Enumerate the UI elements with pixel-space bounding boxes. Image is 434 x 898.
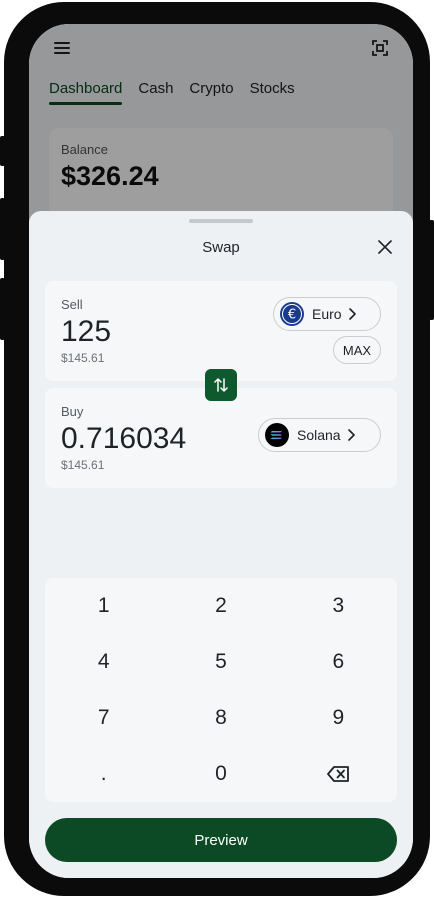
buy-panel: Buy 0.716034 $145.61 Solana bbox=[45, 388, 397, 488]
sell-asset-selector[interactable]: € Euro bbox=[273, 297, 381, 331]
buy-asset-selector[interactable]: Solana bbox=[258, 418, 381, 452]
key-8[interactable]: 8 bbox=[162, 690, 279, 746]
close-icon bbox=[378, 240, 392, 254]
sell-panel: Sell 125 $145.61 € Euro MAX bbox=[45, 281, 397, 381]
phone-screen: Dashboard Cash Crypto Stocks Balance $32… bbox=[29, 24, 413, 878]
chevron-right-icon bbox=[347, 429, 355, 441]
buy-fiat-value: $145.61 bbox=[61, 458, 105, 472]
sell-label: Sell bbox=[61, 297, 83, 312]
preview-button[interactable]: Preview bbox=[45, 818, 397, 862]
sheet-grabber[interactable] bbox=[189, 219, 253, 223]
close-button[interactable] bbox=[373, 235, 397, 259]
solana-icon bbox=[265, 423, 289, 447]
key-3[interactable]: 3 bbox=[280, 578, 397, 634]
buy-asset-name: Solana bbox=[297, 427, 341, 443]
key-2[interactable]: 2 bbox=[162, 578, 279, 634]
phone-frame: Dashboard Cash Crypto Stocks Balance $32… bbox=[4, 2, 430, 896]
buy-label: Buy bbox=[61, 404, 84, 419]
sell-asset-name: Euro bbox=[312, 306, 342, 322]
key-7[interactable]: 7 bbox=[45, 690, 162, 746]
key-6[interactable]: 6 bbox=[280, 634, 397, 690]
max-button[interactable]: MAX bbox=[333, 336, 381, 364]
key-5[interactable]: 5 bbox=[162, 634, 279, 690]
key-backspace[interactable] bbox=[280, 746, 397, 802]
chevron-right-icon bbox=[348, 308, 356, 320]
key-0[interactable]: 0 bbox=[162, 746, 279, 802]
swap-sheet: Swap Sell 125 $145.61 € Euro MAX Buy 0.7… bbox=[29, 211, 413, 878]
sheet-title: Swap bbox=[202, 239, 240, 256]
key-1[interactable]: 1 bbox=[45, 578, 162, 634]
numeric-keypad: 1 2 3 4 5 6 7 8 9 . 0 bbox=[45, 578, 397, 802]
key-decimal[interactable]: . bbox=[45, 746, 162, 802]
key-9[interactable]: 9 bbox=[280, 690, 397, 746]
sell-amount[interactable]: 125 bbox=[61, 315, 111, 349]
sell-fiat-value: $145.61 bbox=[61, 351, 105, 365]
key-4[interactable]: 4 bbox=[45, 634, 162, 690]
euro-icon: € bbox=[280, 302, 304, 326]
buy-amount: 0.716034 bbox=[61, 422, 187, 455]
svg-text:€: € bbox=[288, 308, 296, 323]
swap-direction-button[interactable] bbox=[205, 369, 237, 401]
backspace-icon bbox=[327, 766, 350, 782]
swap-arrows-icon bbox=[214, 378, 228, 392]
